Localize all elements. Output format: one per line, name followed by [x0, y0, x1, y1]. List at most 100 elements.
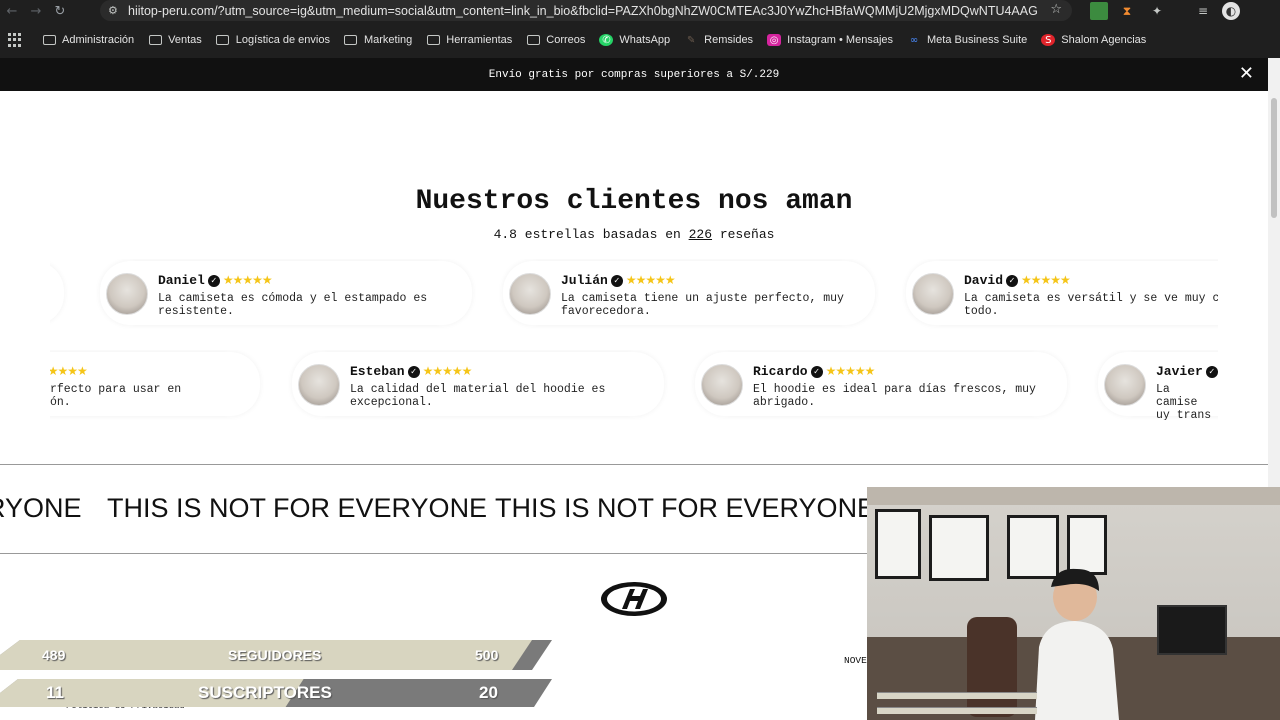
review-card: Julián ✓ ★★★★★ La camiseta tiene un ajuste…	[503, 261, 875, 325]
verified-icon: ✓	[1006, 275, 1019, 287]
bookmark-administracion[interactable]: Administración	[42, 34, 134, 46]
subscribers-goal: 20	[479, 683, 498, 702]
announcement-bar: Envío gratis por compras superiores a S/…	[0, 58, 1268, 91]
reviews-row-1: Daniel ✓ ★★★★★ La camiseta es cómoda y el …	[50, 259, 1218, 329]
review-card: Daniel ✓ ★★★★★ La camiseta es cómoda y el …	[100, 261, 472, 325]
url-text[interactable]: hiitop-peru.com/?utm_source=ig&utm_mediu…	[128, 4, 1038, 18]
reviews-title: Nuestros clientes nos aman	[415, 186, 853, 217]
instagram-icon: ◎	[767, 34, 782, 46]
media-control-icon[interactable]: ≡	[1194, 2, 1212, 20]
webcam-shelf	[867, 487, 1280, 505]
bookmark-herramientas[interactable]: Herramientas	[426, 34, 512, 46]
reviews-rating: 4.8 estrellas basadas en 226 reseñas	[493, 227, 775, 242]
bookmark-star-icon[interactable]: ☆	[1050, 2, 1062, 17]
star-rating: ★★★★★	[422, 364, 473, 378]
folder-icon	[344, 34, 358, 46]
avatar	[298, 364, 340, 406]
review-text: La camiseta es cómoda y el estampado es …	[158, 292, 428, 318]
extensions-puzzle-icon[interactable]: ✦	[1148, 2, 1166, 20]
webcam-mini-overlay	[877, 692, 1037, 699]
avatar	[106, 273, 148, 315]
followers-goal: 500	[475, 647, 499, 663]
bookmarks-bar: Administración Ventas Logística de envio…	[0, 22, 1280, 58]
marquee-phrase: THIS IS NOT FOR EVERYONE	[495, 493, 876, 523]
review-card: Javier ✓ La camise uy trans	[1098, 352, 1218, 420]
reload-icon[interactable]: ↻	[48, 1, 72, 21]
review-text: La camiseta tiene un ajuste perfecto, mu…	[561, 292, 844, 318]
newsletter-label: NOVE	[844, 655, 867, 666]
shalom-icon: S	[1041, 34, 1056, 46]
followers-label: SEGUIDORES	[228, 647, 322, 663]
webcam-overlay	[867, 487, 1280, 720]
extension-sheets-icon[interactable]	[1090, 2, 1108, 20]
back-icon[interactable]: ←	[0, 1, 24, 21]
subscribers-label: SUSCRIPTORES	[198, 683, 332, 702]
wall-poster	[929, 515, 989, 581]
avatar	[701, 364, 743, 406]
reviewer-name: Esteban	[350, 364, 405, 379]
brand-logo[interactable]	[600, 581, 668, 617]
star-rating: ★★★★★	[825, 364, 876, 378]
webcam-monitor	[1157, 605, 1227, 655]
verified-icon: ✓	[610, 275, 623, 287]
avatar	[912, 273, 954, 315]
bookmark-logistica[interactable]: Logística de envios	[216, 34, 330, 46]
review-text: La calidad del material del hoodie es ex…	[350, 383, 606, 409]
review-card: Esteban ✓ ★★★★★ La calidad del material de…	[292, 352, 664, 416]
review-text: La camise uy trans	[1156, 383, 1212, 420]
verified-icon: ✓	[407, 366, 420, 378]
folder-icon	[426, 34, 440, 46]
review-card: Ricardo ✓ ★★★★★ El hoodie es ideal para dí…	[695, 352, 1067, 416]
star-rating: ★★★★★	[222, 273, 273, 287]
meta-icon: ∞	[909, 34, 919, 46]
review-count-link[interactable]: 226	[689, 227, 712, 242]
verified-icon: ✓	[207, 275, 220, 287]
star-rating: ★★★★★	[1021, 273, 1071, 287]
folder-icon	[148, 34, 162, 46]
bookmark-ventas[interactable]: Ventas	[148, 34, 202, 46]
bookmark-correos[interactable]: Correos	[526, 34, 585, 46]
bookmark-meta-business[interactable]: ∞ Meta Business Suite	[907, 34, 1027, 46]
forward-icon[interactable]: →	[24, 1, 48, 21]
followers-goal-bar: 489 SEGUIDORES 500	[0, 640, 552, 670]
review-card: ★★★★★ rfecto para usar en ón.	[50, 352, 260, 416]
reviewer-name: Ricardo	[753, 364, 808, 379]
marquee-phrase: THIS IS NOT FOR EVERYONE	[107, 493, 488, 523]
bookmark-marketing[interactable]: Marketing	[344, 34, 412, 46]
address-bar[interactable]: ⚙ hiitop-peru.com/?utm_source=ig&utm_med…	[100, 0, 1072, 21]
avatar	[509, 273, 551, 315]
wall-poster	[875, 509, 921, 579]
bookmark-remsides[interactable]: ✎ Remsides	[684, 34, 753, 46]
star-rating: ★★★★★	[625, 273, 676, 287]
reviewer-name: Daniel	[158, 273, 205, 288]
whatsapp-icon: ✆	[599, 34, 614, 46]
subscribers-goal-bar: 11 SUSCRIPTORES 20	[0, 679, 552, 707]
webcam-mini-overlay	[877, 707, 1037, 714]
close-icon[interactable]: ✕	[1239, 65, 1254, 83]
star-rating: ★★★★★	[50, 364, 88, 378]
review-card	[50, 261, 64, 325]
webcam-chair	[967, 617, 1017, 717]
extension-hourglass-icon[interactable]: ⧗	[1118, 2, 1136, 20]
review-text: rfecto para usar en ón.	[50, 383, 182, 409]
folder-icon	[216, 34, 230, 46]
bookmark-instagram[interactable]: ◎ Instagram • Mensajes	[767, 34, 893, 46]
folder-icon	[526, 34, 540, 46]
verified-icon: ✓	[1205, 366, 1218, 378]
bookmark-whatsapp[interactable]: ✆ WhatsApp	[599, 34, 670, 46]
announcement-text: Envío gratis por compras superiores a S/…	[488, 68, 780, 81]
apps-grid-icon[interactable]	[8, 33, 22, 47]
avatar	[1104, 364, 1146, 406]
site-info-icon[interactable]: ⚙	[108, 4, 128, 17]
reviews-row-2: ★★★★★ rfecto para usar en ón. Esteban✓★★…	[50, 350, 1218, 420]
scrollbar-thumb[interactable]	[1271, 98, 1277, 218]
subscribers-current: 11	[46, 683, 64, 702]
review-card: David ✓ ★★★★★ La camiseta es versátil y se…	[906, 261, 1218, 325]
reviewer-name: David	[964, 273, 1004, 288]
bookmark-shalom[interactable]: S Shalom Agencias	[1041, 34, 1146, 46]
profile-avatar-icon[interactable]: ◐	[1222, 2, 1240, 20]
folder-icon	[42, 34, 56, 46]
reviewer-name: Julián	[561, 273, 608, 288]
verified-icon: ✓	[810, 366, 823, 378]
marquee-phrase: RYONE	[0, 493, 82, 523]
